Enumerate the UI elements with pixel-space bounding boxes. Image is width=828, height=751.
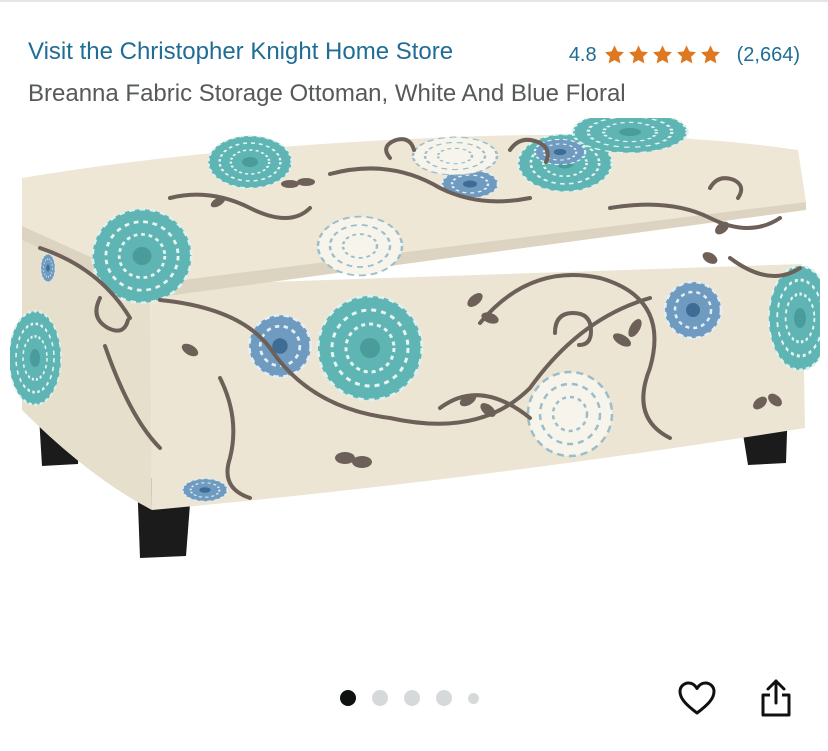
star-icon bbox=[675, 44, 698, 66]
product-title: Breanna Fabric Storage Ottoman, White An… bbox=[28, 80, 626, 107]
heart-icon bbox=[677, 680, 717, 721]
add-to-list-button[interactable] bbox=[675, 678, 719, 722]
star-icon bbox=[699, 44, 722, 66]
store-link[interactable]: Visit the Christopher Knight Home Store bbox=[28, 38, 453, 66]
image-carousel-indicator[interactable] bbox=[340, 690, 495, 706]
star-rating bbox=[603, 44, 723, 66]
top-divider bbox=[0, 0, 828, 2]
carousel-dot[interactable] bbox=[468, 692, 479, 704]
product-image[interactable] bbox=[10, 118, 820, 568]
share-icon bbox=[758, 678, 794, 723]
carousel-dot[interactable] bbox=[372, 690, 388, 706]
carousel-dot[interactable] bbox=[404, 690, 420, 706]
share-button[interactable] bbox=[754, 678, 798, 722]
carousel-dot[interactable] bbox=[436, 690, 452, 706]
star-icon bbox=[627, 44, 650, 66]
rating-summary[interactable]: 4.8 (2,664) bbox=[569, 42, 800, 68]
rating-value: 4.8 bbox=[568, 43, 597, 66]
star-icon bbox=[651, 44, 674, 66]
review-count-link[interactable]: (2,664) bbox=[737, 44, 800, 67]
star-icon bbox=[603, 44, 626, 66]
carousel-dot[interactable] bbox=[340, 690, 356, 706]
